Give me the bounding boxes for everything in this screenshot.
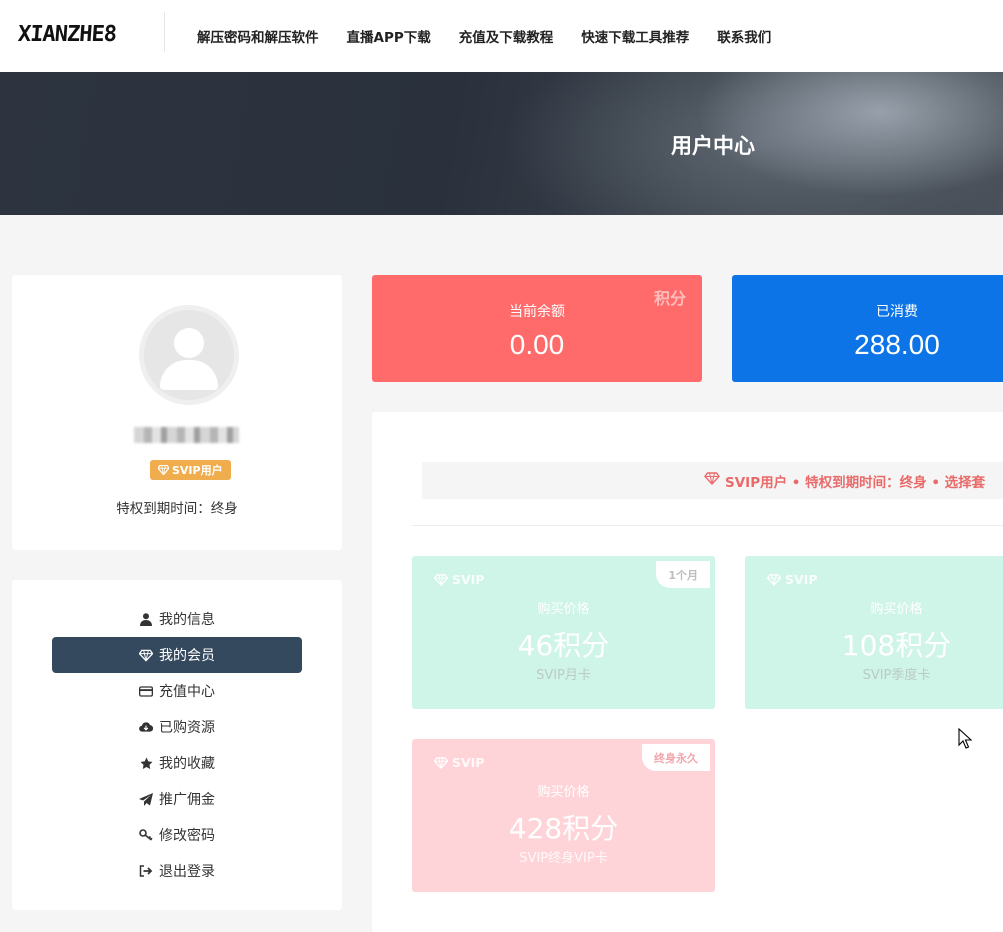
- diamond-icon: [704, 472, 720, 489]
- plan-name: SVIP季度卡: [862, 668, 931, 683]
- user-icon: [139, 612, 153, 626]
- spent-value: 288.00: [854, 329, 940, 360]
- balance-label: 当前余额: [509, 304, 565, 320]
- expire-text: 特权到期时间：终身: [116, 501, 238, 517]
- top-navbar: XIANZHE8 解压密码和解压软件 直播APP下载 充值及下载教程 快速下载工…: [0, 0, 1003, 72]
- hero-banner: 用户中心: [0, 72, 1003, 215]
- plan-name: SVIP终身VIP卡: [519, 851, 608, 866]
- cloud-download-icon: [139, 721, 153, 733]
- plan-brand: SVIP: [785, 572, 818, 587]
- menu-item-favorites[interactable]: 我的收藏: [52, 746, 302, 780]
- menu-item-my-membership[interactable]: 我的会员: [52, 637, 302, 673]
- plan-card-quarterly[interactable]: 3 SVIP 购买价格 108积分 SVIP季度卡: [745, 556, 1003, 709]
- menu-item-purchased[interactable]: 已购资源: [52, 710, 302, 744]
- menu-item-logout[interactable]: 退出登录: [52, 854, 302, 888]
- sign-out-icon: [139, 865, 153, 877]
- menu-item-recharge[interactable]: 充值中心: [52, 674, 302, 708]
- diamond-icon: [158, 465, 169, 475]
- menu-item-change-password[interactable]: 修改密码: [52, 818, 302, 852]
- diamond-icon: [767, 573, 781, 586]
- plan-buy-label: 购买价格: [870, 602, 923, 617]
- mouse-cursor-icon: [958, 728, 972, 749]
- plan-brand: SVIP: [452, 755, 485, 770]
- credit-card-icon: [139, 685, 153, 697]
- plan-price: 46积分: [517, 629, 610, 662]
- divider: [412, 525, 1003, 526]
- diamond-icon: [434, 573, 448, 586]
- spent-label: 已消费: [876, 304, 918, 320]
- diamond-icon: [434, 756, 448, 769]
- plan-buy-label: 购买价格: [537, 602, 590, 617]
- diamond-icon: [139, 649, 153, 662]
- membership-notice: SVIP用户 • 特权到期时间：终身 • 选择套: [422, 462, 1003, 499]
- plan-tag: 终身永久: [642, 744, 710, 771]
- status-badge: SVIP用户: [150, 460, 231, 480]
- plan-brand: SVIP: [452, 572, 485, 587]
- paper-plane-icon: [139, 792, 153, 806]
- nav-link-live-app[interactable]: 直播APP下载: [347, 26, 431, 46]
- username-blurred: [134, 427, 239, 443]
- plan-price: 108积分: [841, 629, 952, 662]
- user-menu: 我的信息 我的会员 充值中心 已购资源 我的收藏 推广佣金 修改密码 退出登录: [12, 580, 342, 910]
- nav-link-contact[interactable]: 联系我们: [717, 26, 771, 46]
- logo-divider: [164, 12, 165, 52]
- avatar[interactable]: [139, 305, 239, 405]
- page-title: 用户中心: [671, 134, 755, 158]
- plan-name: SVIP月卡: [536, 668, 591, 683]
- balance-card: 积分 当前余额 0.00: [372, 275, 702, 382]
- membership-panel: SVIP用户 • 特权到期时间：终身 • 选择套 1个月 SVIP 购买价格 4…: [372, 412, 1003, 932]
- nav-link-unzip-password[interactable]: 解压密码和解压软件: [197, 26, 319, 46]
- star-icon: [139, 757, 153, 770]
- balance-value: 0.00: [509, 329, 565, 360]
- key-icon: [139, 829, 153, 841]
- plan-tag: 1个月: [656, 561, 710, 588]
- menu-item-my-info[interactable]: 我的信息: [52, 602, 302, 636]
- site-logo[interactable]: XIANZHE8: [17, 14, 130, 54]
- nav-link-download-tools[interactable]: 快速下载工具推荐: [581, 26, 689, 46]
- spent-card: 已消费 288.00: [732, 275, 1003, 382]
- profile-card: SVIP用户 特权到期时间：终身: [12, 275, 342, 550]
- main-nav: 解压密码和解压软件 直播APP下载 充值及下载教程 快速下载工具推荐 联系我们: [197, 0, 799, 72]
- plan-buy-label: 购买价格: [537, 785, 590, 800]
- menu-item-commission[interactable]: 推广佣金: [52, 782, 302, 816]
- plan-card-monthly[interactable]: 1个月 SVIP 购买价格 46积分 SVIP月卡: [412, 556, 715, 709]
- nav-link-recharge-tutorial[interactable]: 充值及下载教程: [459, 26, 554, 46]
- plan-price: 428积分: [508, 812, 619, 845]
- plan-card-lifetime[interactable]: 终身永久 SVIP 购买价格 428积分 SVIP终身VIP卡: [412, 739, 715, 892]
